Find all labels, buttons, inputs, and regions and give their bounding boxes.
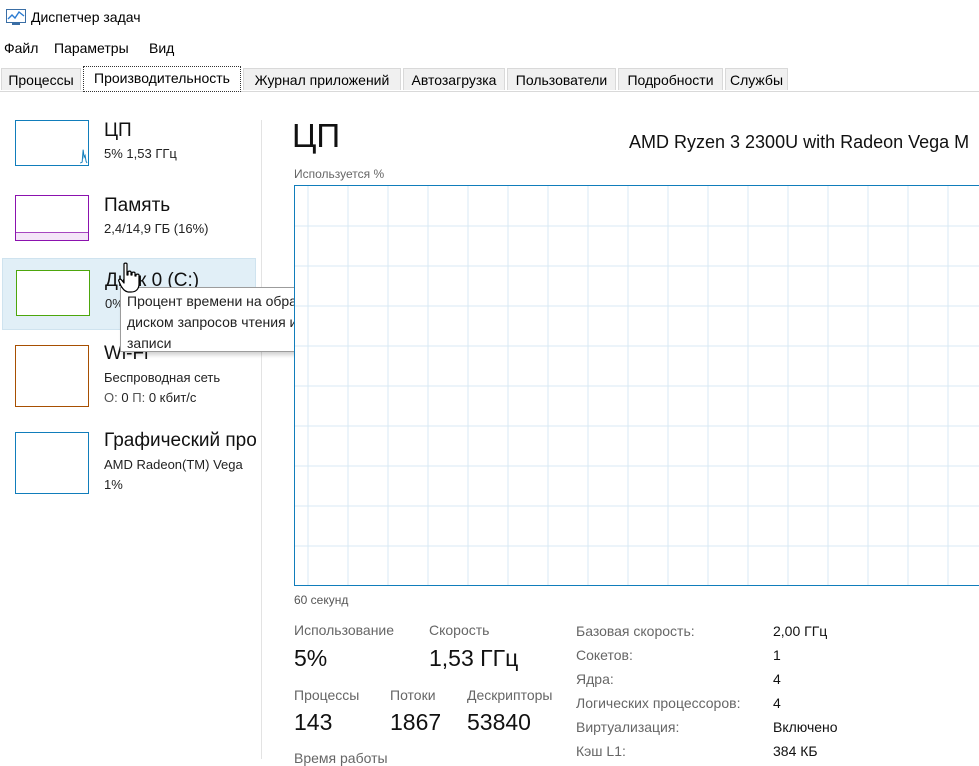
spec-value: 384 КБ (773, 743, 818, 759)
tab-app-history[interactable]: Журнал приложений (243, 68, 401, 90)
tab-users[interactable]: Пользователи (507, 68, 616, 90)
resource-detail: 5% 1,53 ГГц (104, 146, 177, 161)
spec-value: Включено (773, 719, 838, 735)
resource-usage: 1% (104, 477, 123, 492)
tab-startup[interactable]: Автозагрузка (403, 68, 505, 90)
title-bar (0, 0, 979, 34)
usage-label: Использование (294, 622, 395, 638)
resource-item-memory[interactable]: Память 2,4/14,9 ГБ (16%) (2, 187, 256, 259)
send-label: О: (104, 390, 118, 405)
gpu-thumbnail-graph (15, 432, 89, 494)
tab-details[interactable]: Подробности (618, 68, 723, 90)
processes-label: Процессы (294, 687, 360, 703)
wifi-thumbnail-graph (15, 345, 89, 407)
tab-services[interactable]: Службы (725, 68, 788, 90)
usage-value: 5% (294, 645, 328, 671)
spec-value: 1 (773, 647, 781, 663)
handles-label: Дескрипторы (467, 687, 553, 703)
spec-label: Виртуализация: (576, 719, 680, 735)
processes-value: 143 (294, 709, 333, 735)
tab-performance[interactable]: Производительность (83, 66, 241, 92)
resource-name: ЦП (104, 120, 132, 141)
handles-value: 53840 (467, 709, 531, 735)
speed-value: 1,53 ГГц (429, 645, 519, 671)
menu-file[interactable]: Файл (4, 40, 38, 56)
spec-value: 4 (773, 695, 781, 711)
window-title: Диспетчер задач (31, 9, 141, 25)
receive-label: П: (132, 390, 146, 405)
tab-processes[interactable]: Процессы (1, 68, 81, 90)
spec-value: 4 (773, 671, 781, 687)
threads-value: 1867 (390, 709, 442, 735)
speed-label: Скорость (429, 622, 490, 638)
graph-y-label: Используется % (294, 167, 385, 181)
threads-label: Потоки (390, 687, 436, 703)
spec-value: 2,00 ГГц (773, 623, 828, 639)
graph-x-label: 60 секунд (294, 593, 349, 607)
send-value: 0 (121, 390, 129, 405)
disk-thumbnail-graph (16, 270, 90, 316)
cpu-model-name: AMD Ryzen 3 2300U with Radeon Vega M (629, 132, 970, 152)
resource-detail: Беспроводная сеть (104, 370, 221, 385)
resource-name: Графический про (104, 430, 257, 451)
resource-list: ЦП 5% 1,53 ГГц Память 2,4/14,9 ГБ (16%) … (0, 92, 262, 759)
panel-divider[interactable] (261, 120, 262, 759)
resource-item-cpu[interactable]: ЦП 5% 1,53 ГГц (2, 112, 256, 184)
spec-label: Базовая скорость: (576, 623, 695, 639)
resource-name: Память (104, 195, 171, 216)
resource-item-gpu[interactable]: Графический про AMD Radeon(TM) Vega 1% (2, 422, 260, 494)
resource-detail: AMD Radeon(TM) Vega (104, 457, 243, 472)
cpu-usage-graph (294, 185, 979, 586)
menu-options[interactable]: Параметры (54, 40, 129, 56)
page-title: ЦП (292, 117, 341, 154)
menu-view[interactable]: Вид (149, 40, 174, 56)
memory-thumbnail-graph (15, 195, 89, 241)
spec-label: Сокетов: (576, 647, 633, 663)
receive-value: 0 кбит/с (148, 390, 197, 405)
resource-detail: 2,4/14,9 ГБ (16%) (104, 221, 209, 236)
uptime-label: Время работы (294, 750, 388, 766)
hand-cursor-icon (118, 262, 140, 293)
task-manager-icon (6, 9, 26, 25)
spec-label: Кэш L1: (576, 743, 626, 759)
cpu-thumbnail-graph (15, 120, 89, 166)
resource-throughput: О: 0 П: 0 кбит/с (104, 390, 196, 405)
spec-label: Логических процессоров: (576, 695, 741, 711)
spec-label: Ядра: (576, 671, 614, 687)
